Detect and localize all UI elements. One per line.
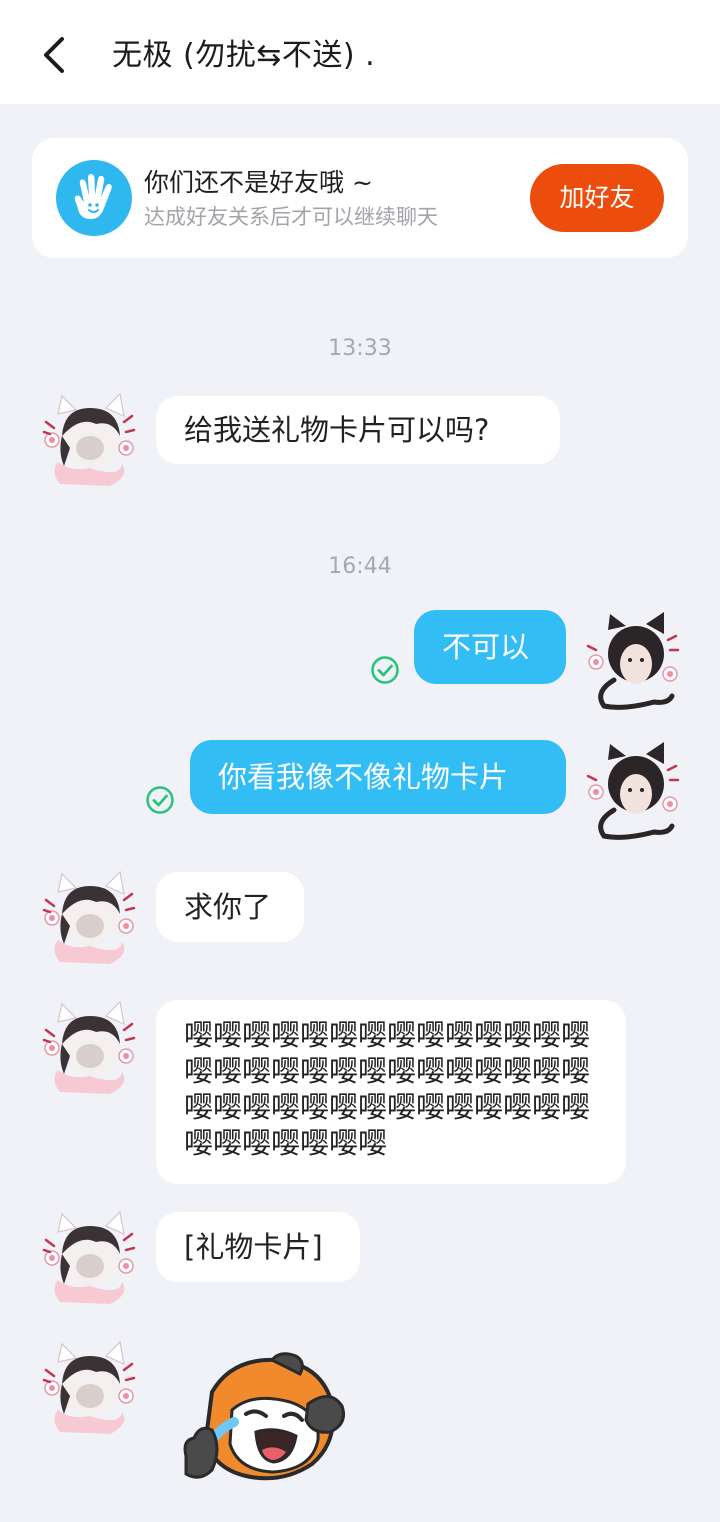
chevron-left-icon: [44, 37, 64, 73]
waving-hand-icon: [56, 160, 132, 236]
banner-title: 你们还不是好友哦 ~: [144, 168, 373, 197]
chat-title: 无极 (勿扰⇆不送) .: [112, 38, 376, 73]
my-avatar[interactable]: [584, 740, 680, 840]
not-friends-banner: 你们还不是好友哦 ~ 达成好友关系后才可以继续聊天 加好友: [32, 138, 688, 258]
message-bubble-outgoing[interactable]: 不可以: [414, 610, 566, 684]
timestamp: 16:44: [328, 554, 392, 579]
message-bubble-outgoing[interactable]: 你看我像不像礼物卡片: [190, 740, 566, 814]
chat-header: 无极 (勿扰⇆不送) .: [0, 0, 720, 104]
message-bubble-incoming[interactable]: [礼物卡片]: [156, 1212, 360, 1282]
add-friend-button[interactable]: 加好友: [530, 164, 664, 232]
contact-avatar[interactable]: [40, 1000, 136, 1096]
back-button[interactable]: [30, 30, 80, 80]
contact-avatar[interactable]: [40, 1210, 136, 1306]
contact-avatar[interactable]: [40, 870, 136, 966]
banner-subtitle: 达成好友关系后才可以继续聊天: [144, 205, 438, 229]
read-check-icon: [146, 786, 174, 814]
my-avatar[interactable]: [584, 610, 680, 710]
message-bubble-incoming[interactable]: 给我送礼物卡片可以吗?: [156, 396, 560, 464]
message-bubble-incoming[interactable]: 求你了: [156, 872, 304, 942]
contact-avatar[interactable]: [40, 1340, 136, 1436]
contact-avatar[interactable]: [40, 392, 136, 488]
crying-panda-sticker[interactable]: [172, 1352, 348, 1492]
timestamp: 13:33: [328, 336, 392, 361]
message-bubble-incoming[interactable]: 嘤嘤嘤嘤嘤嘤嘤嘤嘤嘤嘤嘤嘤嘤嘤嘤嘤嘤嘤嘤嘤嘤嘤嘤嘤嘤嘤嘤嘤嘤嘤嘤嘤嘤嘤嘤嘤嘤嘤嘤…: [156, 1000, 626, 1184]
read-check-icon: [371, 656, 399, 684]
